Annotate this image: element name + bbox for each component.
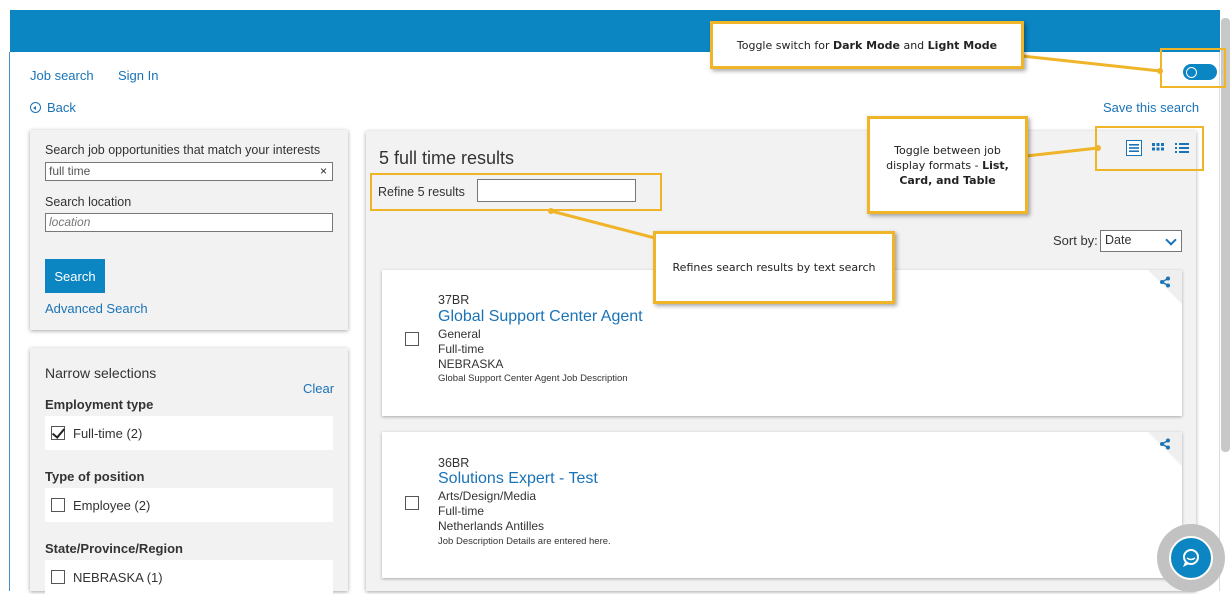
- refine-highlight-box: [370, 173, 662, 211]
- job-description: Job Description Details are entered here…: [438, 536, 611, 547]
- job-title-link[interactable]: Solutions Expert - Test: [438, 470, 598, 488]
- checkbox-icon[interactable]: [51, 570, 65, 584]
- narrow-selections-panel: Narrow selections Clear Employment type …: [30, 348, 348, 594]
- job-type: Full-time: [438, 342, 485, 356]
- filter-option-label: Employee (2): [73, 497, 151, 513]
- narrow-title: Narrow selections: [45, 365, 157, 381]
- job-select-checkbox[interactable]: [405, 496, 419, 510]
- job-description: Global Support Center Agent Job Descript…: [438, 373, 628, 384]
- page-right-border: [1219, 52, 1220, 591]
- theme-toggle-callout: Toggle switch for Dark Mode and Light Mo…: [710, 21, 1024, 69]
- share-icon[interactable]: [1159, 438, 1171, 450]
- results-title: 5 full time results: [379, 148, 515, 168]
- header-bar: [10, 10, 1220, 52]
- job-type: Full-time: [438, 504, 485, 518]
- chat-icon: [1183, 549, 1199, 567]
- filter-option-label: Full-time (2): [73, 425, 143, 441]
- job-select-checkbox[interactable]: [405, 332, 419, 346]
- sort-select[interactable]: Date: [1100, 230, 1182, 252]
- back-label: Back: [47, 100, 76, 115]
- back-arrow-icon: [30, 102, 41, 113]
- refine-callout: Refines search results by text search: [653, 231, 895, 304]
- sign-in-link[interactable]: Sign In: [118, 68, 158, 83]
- location-input[interactable]: location: [45, 213, 333, 232]
- job-code: 36BR: [438, 456, 470, 470]
- search-button[interactable]: Search: [45, 259, 105, 293]
- job-search-link[interactable]: Job search: [30, 68, 94, 83]
- filter-heading-state: State/Province/Region: [45, 541, 183, 556]
- clear-keyword-icon[interactable]: ×: [320, 164, 327, 178]
- toggle-highlight-box: [1160, 48, 1226, 88]
- filter-option-full-time[interactable]: Full-time (2): [45, 416, 333, 450]
- keyword-label: Search job opportunities that match your…: [45, 143, 321, 157]
- job-location: Netherlands Antilles: [438, 519, 545, 533]
- filter-option-employee[interactable]: Employee (2): [45, 488, 333, 522]
- job-title-link[interactable]: Global Support Center Agent: [438, 308, 643, 326]
- job-category: General: [438, 327, 481, 341]
- view-format-callout: Toggle between job display formats - Lis…: [867, 116, 1028, 214]
- chevron-down-icon: [1165, 234, 1177, 246]
- keyword-input[interactable]: full time: [45, 162, 333, 181]
- filter-heading-employment-type: Employment type: [45, 397, 154, 412]
- advanced-search-link[interactable]: Advanced Search: [45, 301, 148, 316]
- checkbox-checked-icon[interactable]: [51, 426, 65, 440]
- view-icons-highlight-box: [1095, 126, 1204, 171]
- clear-filters-link[interactable]: Clear: [303, 381, 334, 396]
- page-left-border: [9, 52, 10, 591]
- filter-option-nebraska[interactable]: NEBRASKA (1): [45, 560, 333, 594]
- back-link[interactable]: Back: [30, 100, 76, 115]
- chat-button[interactable]: [1157, 524, 1225, 592]
- filter-heading-type-of-position: Type of position: [45, 469, 145, 484]
- search-panel: Search job opportunities that match your…: [30, 130, 348, 330]
- job-category: Arts/Design/Media: [438, 489, 537, 503]
- job-card[interactable]: 36BR Solutions Expert - Test Arts/Design…: [382, 432, 1182, 578]
- share-icon[interactable]: [1159, 276, 1171, 288]
- location-label: Search location: [45, 195, 132, 209]
- filter-option-label: NEBRASKA (1): [73, 569, 163, 585]
- job-code: 37BR: [438, 293, 470, 307]
- sort-label: Sort by:: [1053, 233, 1098, 248]
- job-location: NEBRASKA: [438, 357, 504, 371]
- save-search-link[interactable]: Save this search: [1103, 100, 1199, 115]
- checkbox-icon[interactable]: [51, 498, 65, 512]
